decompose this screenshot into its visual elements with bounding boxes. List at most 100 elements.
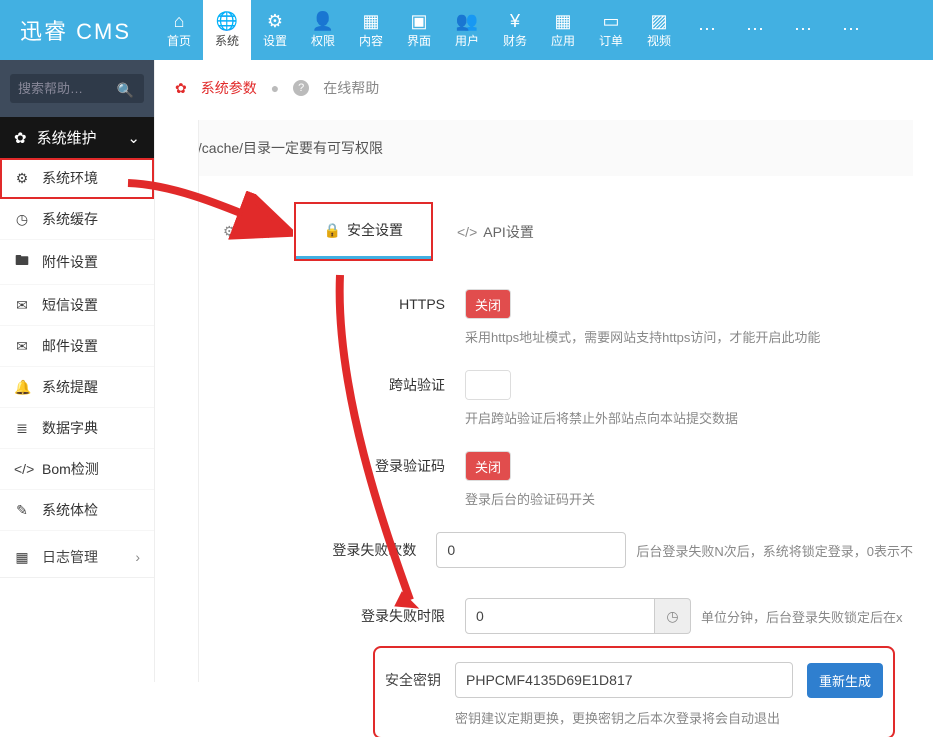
tab-API设置[interactable]: </> API设置: [439, 211, 552, 253]
top-nav-设置[interactable]: ⚙ 设置: [251, 0, 299, 60]
sidebar-item-Bom检测[interactable]: </> Bom检测: [0, 449, 154, 490]
sidebar-search: 🔍: [0, 60, 154, 117]
menu-icon: 🔔: [14, 379, 30, 396]
breadcrumb-help[interactable]: 在线帮助: [323, 78, 379, 98]
desc-lock-time: 单位分钟，后台登录失败锁定后在x: [701, 607, 903, 626]
gear-icon: ✿: [175, 80, 187, 97]
menu-label: 数据字典: [42, 418, 98, 438]
nav-label: 内容: [359, 32, 383, 49]
sidebar-group-system-maint[interactable]: ✿ 系统维护 ⌄: [0, 117, 154, 158]
sidebar-item-系统缓存[interactable]: ◷ 系统缓存: [0, 199, 154, 240]
desc-cors: 开启跨站验证后将禁止外部站点向本站提交数据: [465, 408, 913, 427]
menu-icon: ✉: [14, 297, 30, 314]
top-nav-订单[interactable]: ▭订单: [587, 0, 635, 60]
sidebar-item-附件设置[interactable]: 🖿附件设置: [0, 240, 154, 285]
menu-label: 系统环境: [42, 168, 98, 188]
sidebar-item-数据字典[interactable]: ≣ 数据字典: [0, 408, 154, 449]
nav-icon: ⌂: [174, 12, 185, 30]
desc-security-key: 密钥建议定期更换，更换密钥之后本次登录将会自动退出: [455, 708, 883, 727]
sidebar-item-系统环境[interactable]: ⚙ 系统环境: [0, 158, 154, 199]
label-captcha: 登录验证码: [175, 456, 445, 476]
nav-icon: ⋯: [842, 20, 860, 38]
regenerate-key-button[interactable]: 重新生成: [807, 663, 883, 698]
top-nav-item[interactable]: ⋯: [827, 0, 875, 60]
input-security-key[interactable]: [455, 662, 793, 698]
top-nav-权限[interactable]: 👤 权限: [299, 0, 347, 60]
menu-icon: ✉: [14, 338, 30, 355]
sidebar-item-短信设置[interactable]: ✉ 短信设置: [0, 285, 154, 326]
top-nav-视频[interactable]: ▨视频: [635, 0, 683, 60]
sidebar-item-系统提醒[interactable]: 🔔 系统提醒: [0, 367, 154, 408]
clock-icon: ◷: [655, 598, 691, 634]
sidebar-group-logs[interactable]: ▦ 日志管理 ›: [0, 537, 154, 578]
label-cors: 跨站验证: [175, 375, 445, 395]
menu-icon: ◷: [14, 211, 30, 228]
nav-icon: 👥: [456, 12, 478, 30]
nav-label: 用户: [455, 32, 479, 49]
toggle-captcha[interactable]: 关闭: [465, 451, 511, 481]
menu-icon: </>: [14, 461, 30, 477]
nav-icon: ⋯: [746, 20, 764, 38]
alert-cache-permission: ./cache/目录一定要有可写权限: [175, 120, 913, 176]
toggle-cors[interactable]: 开启: [465, 370, 511, 400]
input-fail-count[interactable]: [436, 532, 626, 568]
top-nav-用户[interactable]: 👥 用户: [443, 0, 491, 60]
nav-icon: ⚙: [267, 12, 283, 30]
nav-icon: ▣: [410, 12, 427, 30]
grid-icon: ▦: [14, 549, 30, 566]
chevron-right-icon: ›: [135, 549, 140, 565]
label-fail-count: 登录失败次数: [175, 540, 416, 560]
menu-label: 短信设置: [42, 295, 98, 315]
toggle-off-text: 关闭: [466, 290, 510, 318]
top-nav-应用[interactable]: ▦ 应用: [539, 0, 587, 60]
toggle-off-text: 关闭: [466, 452, 510, 480]
breadcrumb-active[interactable]: 系统参数: [201, 78, 257, 98]
top-nav-item[interactable]: ⋯: [683, 0, 731, 60]
nav-icon: ▦: [554, 12, 571, 30]
top-nav-系统[interactable]: 🌐系统: [203, 0, 251, 60]
nav-label: 界面: [407, 32, 431, 49]
menu-icon: ≣: [14, 420, 30, 437]
tab-参数[interactable]: ⚙ 参数: [205, 211, 288, 253]
top-nav-财务[interactable]: ¥财务: [491, 0, 539, 60]
top-nav-界面[interactable]: ▣ 界面: [395, 0, 443, 60]
search-icon: 🔍: [117, 82, 134, 99]
tab-icon: ⚙: [223, 223, 236, 240]
top-nav-item[interactable]: ⋯: [731, 0, 779, 60]
menu-label: 系统缓存: [42, 209, 98, 229]
menu-icon: ⚙: [14, 170, 30, 187]
menu-icon: ✎: [14, 502, 30, 519]
gear-icon: ✿: [14, 129, 27, 147]
tab-label: 参数: [242, 222, 270, 242]
toggle-https[interactable]: 关闭: [465, 289, 511, 319]
top-nav-item[interactable]: ⋯: [779, 0, 827, 60]
nav-icon: ▨: [650, 12, 667, 30]
top-nav-首页[interactable]: ⌂ 首页: [155, 0, 203, 60]
tab-label: API设置: [483, 222, 534, 242]
nav-icon: 👤: [312, 12, 334, 30]
nav-icon: ⋯: [794, 20, 812, 38]
nav-label: 权限: [311, 32, 335, 49]
menu-label: 附件设置: [42, 252, 98, 272]
sidebar-item-系统体检[interactable]: ✎系统体检: [0, 490, 154, 531]
sidebar-item-邮件设置[interactable]: ✉ 邮件设置: [0, 326, 154, 367]
nav-label: 财务: [503, 32, 527, 49]
nav-icon: ⋯: [698, 20, 716, 38]
nav-label: 订单: [599, 32, 623, 49]
input-lock-time[interactable]: [465, 598, 655, 634]
top-nav-内容[interactable]: ▦ 内容: [347, 0, 395, 60]
menu-label: 邮件设置: [42, 336, 98, 356]
chevron-down-icon: ⌄: [127, 129, 140, 147]
nav-icon: ▦: [362, 12, 379, 30]
menu-label: Bom检测: [42, 459, 99, 479]
nav-label: 应用: [551, 32, 575, 49]
label-lock-time: 登录失败时限: [175, 606, 445, 626]
tab-安全设置[interactable]: 🔒安全设置: [296, 204, 431, 259]
breadcrumb: ✿ 系统参数 ● ? 在线帮助: [175, 78, 913, 98]
nav-label: 系统: [215, 32, 239, 49]
nav-label: 设置: [263, 32, 287, 49]
tab-icon: </>: [457, 224, 477, 240]
menu-label: 系统提醒: [42, 377, 98, 397]
nav-label: 首页: [167, 32, 191, 49]
brand-logo: 迅睿 CMS: [0, 14, 155, 46]
